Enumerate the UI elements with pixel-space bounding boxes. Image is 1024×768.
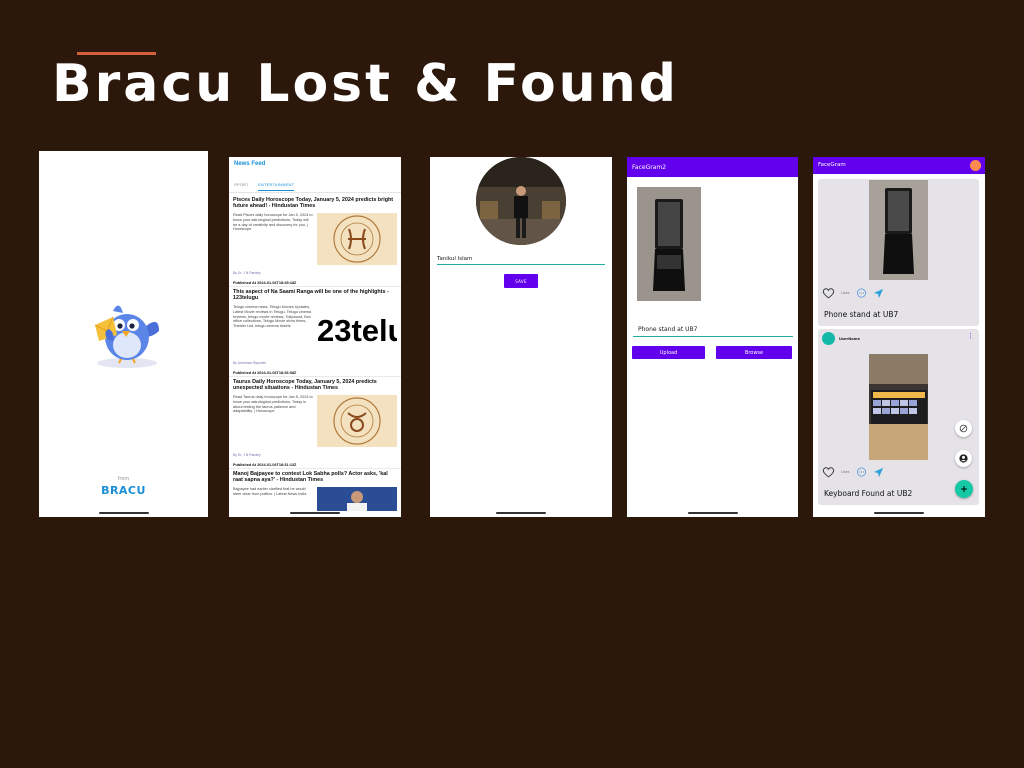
from-label: from xyxy=(117,476,130,482)
article-image xyxy=(317,395,397,447)
likes-label: Likes xyxy=(841,291,850,295)
news-tabs: SPORT ENTERTAINMENT xyxy=(229,179,401,193)
article-description: Read Pisces daily horoscope for Jan 5, 2… xyxy=(233,213,313,232)
article-published: Published At 2024-01-04T18:31:13Z xyxy=(233,463,297,467)
upload-app-bar: FaceGram2 xyxy=(627,157,798,177)
feed-app-title: FaceGram xyxy=(818,162,846,168)
news-article[interactable]: Taurus Daily Horoscope Today, January 5,… xyxy=(229,379,401,469)
upload-preview-image[interactable] xyxy=(637,187,701,301)
home-indicator[interactable] xyxy=(874,512,924,514)
upload-app-title: FaceGram2 xyxy=(632,164,667,171)
home-indicator[interactable] xyxy=(290,512,340,514)
post-card[interactable]: Likes Phone stand at UB7 xyxy=(818,179,979,326)
article-description: Read Taurus daily horoscope for Jan 5, 2… xyxy=(233,395,313,414)
more-options-icon[interactable]: ⋮ xyxy=(967,333,974,340)
post-caption: Keyboard Found at UB2 xyxy=(824,489,913,498)
upload-screen: FaceGram2 Phone stand at UB7 Upload Brow… xyxy=(627,157,798,517)
article-published: Published At 2024-01-04T18:45:18Z xyxy=(233,281,297,285)
account-avatar[interactable] xyxy=(970,160,981,171)
article-headline: Pisces Daily Horoscope Today, January 5,… xyxy=(233,197,394,210)
post-actions: Likes xyxy=(822,466,884,478)
lock-fab[interactable] xyxy=(955,420,972,437)
post-user-row[interactable]: UserName xyxy=(822,332,860,345)
send-icon[interactable] xyxy=(873,467,884,478)
article-author: By Unknown Reporter xyxy=(233,361,267,365)
pisces-zodiac-icon xyxy=(317,213,397,265)
slide-title: Bracu Lost & Found xyxy=(52,54,679,114)
news-feed-screen: News Feed SPORT ENTERTAINMENT Pisces Dai… xyxy=(229,157,401,517)
profile-avatar[interactable] xyxy=(476,157,566,245)
comment-icon[interactable] xyxy=(856,467,867,478)
name-field[interactable]: Tanikul Islam xyxy=(437,253,605,265)
article-image xyxy=(317,487,397,511)
splash-screen: from BRACU xyxy=(39,151,208,517)
post-image[interactable] xyxy=(869,180,928,280)
user-avatar-icon xyxy=(822,332,835,345)
profile-fab[interactable] xyxy=(955,450,972,467)
article-image xyxy=(317,213,397,265)
tab-sport[interactable]: SPORT xyxy=(234,182,249,187)
plus-icon xyxy=(961,486,967,492)
news-article[interactable]: This aspect of Na Saami Ranga will be on… xyxy=(229,289,401,377)
taurus-zodiac-icon xyxy=(317,395,397,447)
article-headline: Manoj Bajpayee to contest Lok Sabha poll… xyxy=(233,471,388,484)
phone-stand-photo-icon xyxy=(869,180,928,280)
post-actions: Likes xyxy=(822,287,884,299)
article-image: 23telu xyxy=(317,305,397,357)
article-headline: This aspect of Na Saami Ranga will be on… xyxy=(233,289,389,302)
post-username: UserName xyxy=(839,336,860,341)
heart-icon[interactable] xyxy=(822,287,835,299)
post-caption: Phone stand at UB7 xyxy=(824,310,899,319)
home-indicator[interactable] xyxy=(687,512,738,514)
article-author: By Dr. J N Pandey xyxy=(233,453,261,457)
post-card[interactable]: UserName ⋮ Likes Keyboard Found at UB2 xyxy=(818,329,979,505)
lock-icon xyxy=(959,424,968,433)
bird-mascot-icon xyxy=(94,305,159,368)
profile-photo-icon xyxy=(476,157,566,245)
phone-stand-photo-icon xyxy=(637,187,701,301)
post-image[interactable] xyxy=(869,354,928,460)
profile-screen: Tanikul Islam SAVE xyxy=(430,157,612,517)
home-indicator[interactable] xyxy=(496,512,546,514)
facegram-feed-screen: FaceGram Likes Phone stand at UB7 UserNa… xyxy=(813,157,985,517)
home-indicator[interactable] xyxy=(98,512,149,514)
person-photo-icon xyxy=(317,487,397,511)
article-headline: Taurus Daily Horoscope Today, January 5,… xyxy=(233,379,377,392)
add-post-fab[interactable] xyxy=(955,480,973,498)
send-icon[interactable] xyxy=(873,288,884,299)
caption-input[interactable]: Phone stand at UB7 xyxy=(633,323,793,337)
upload-button[interactable]: Upload xyxy=(632,346,705,359)
news-article[interactable]: Manoj Bajpayee to contest Lok Sabha poll… xyxy=(229,471,401,517)
heart-icon[interactable] xyxy=(822,466,835,478)
keyboard-photo-icon xyxy=(869,354,928,460)
likes-label: Likes xyxy=(841,470,850,474)
article-description: Bajpayee had earlier clarified that he w… xyxy=(233,487,307,496)
tab-entertainment[interactable]: ENTERTAINMENT xyxy=(258,182,295,191)
save-button[interactable]: SAVE xyxy=(504,274,538,288)
article-author: By Dr. J N Pandey xyxy=(233,271,261,275)
feed-app-bar: FaceGram xyxy=(813,157,985,174)
news-article[interactable]: Pisces Daily Horoscope Today, January 5,… xyxy=(229,197,401,287)
article-image-text: 23telu xyxy=(317,313,397,348)
account-icon xyxy=(959,454,968,463)
article-published: Published At 2024-01-04T18:36:08Z xyxy=(233,371,297,375)
browse-button[interactable]: Browse xyxy=(716,346,792,359)
news-feed-title: News Feed xyxy=(234,161,266,167)
brand-label: BRACU xyxy=(101,484,146,497)
article-description: Telugu cinema news, Telugu Movies Update… xyxy=(233,305,312,329)
comment-icon[interactable] xyxy=(856,288,867,299)
